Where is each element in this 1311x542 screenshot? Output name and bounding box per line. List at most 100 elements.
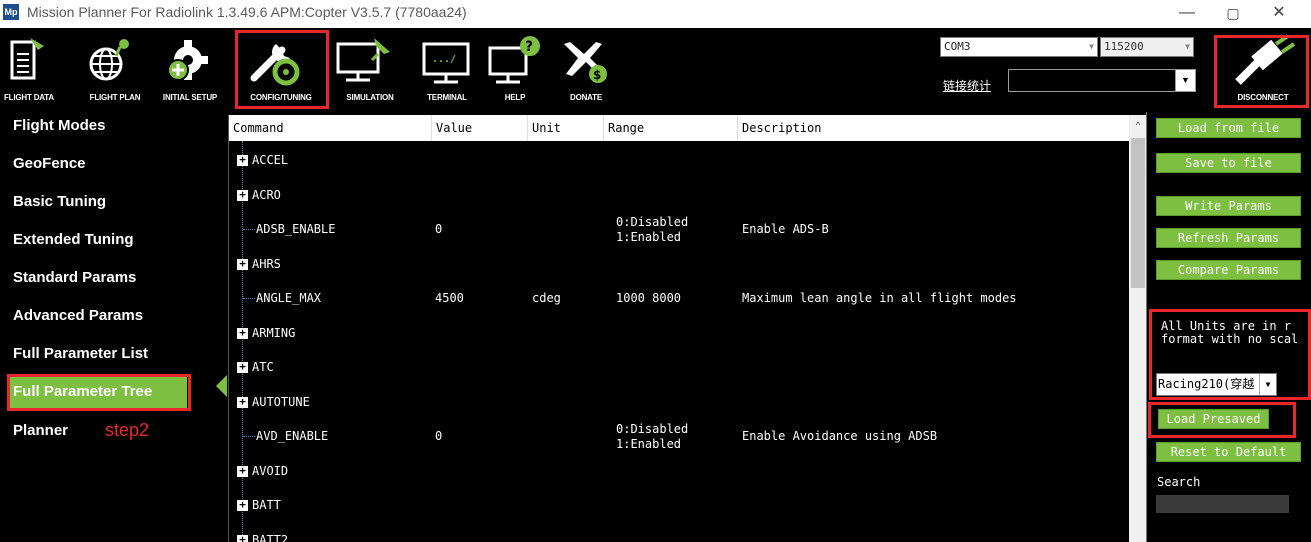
param-range: 0:Disabled 1:Enabled	[616, 215, 689, 244]
minimize-button[interactable]: —	[1164, 0, 1210, 28]
param-range: 1000 8000	[616, 291, 682, 305]
tree-group-row[interactable]: + ACCEL	[229, 143, 1129, 177]
nav-help[interactable]: ? HELP	[482, 28, 548, 106]
help-monitor-icon: ?	[488, 36, 540, 84]
param-description: Enable Avoidance using ADSB	[742, 429, 938, 443]
window-title: Mission Planner For Radiolink 1.3.49.6 A…	[27, 4, 467, 20]
table-row[interactable]: ADSB_ENABLE 0 0:Disabled 1:Enabled Enable A…	[229, 212, 1129, 246]
step4-highlight-box	[1148, 402, 1296, 438]
group-name: AVOID	[252, 463, 289, 478]
group-name: ACRO	[252, 187, 281, 202]
param-command: AVD_ENABLE	[256, 429, 329, 443]
step2-highlight-box	[7, 374, 191, 411]
close-button[interactable]: ✕	[1256, 0, 1302, 28]
nav-label: FLIGHT PLAN	[89, 93, 141, 102]
nav-label: FLIGHT DATA	[4, 93, 54, 102]
nav-label: SIMULATION	[346, 93, 394, 102]
expand-icon[interactable]: +	[237, 189, 248, 201]
refresh-params-button[interactable]: Refresh Params	[1156, 228, 1301, 248]
expand-icon[interactable]: +	[237, 534, 248, 542]
table-row[interactable]: AVD_ENABLE 0 0:Disabled 1:Enabled Enable Av…	[229, 419, 1129, 453]
maximize-button[interactable]: ▢	[1210, 0, 1256, 28]
compare-params-button[interactable]: Compare Params	[1156, 260, 1301, 280]
tree-group-row[interactable]: + AHRS	[229, 247, 1129, 281]
search-input[interactable]	[1156, 495, 1289, 513]
menu-item-flight-modes[interactable]: Flight Modes	[13, 117, 106, 134]
menu-item-geofence[interactable]: GeoFence	[13, 155, 86, 172]
nav-label: DONATE	[570, 93, 602, 102]
menu-item-full-parameter-list[interactable]: Full Parameter List	[13, 345, 148, 362]
tree-group-row[interactable]: + AVOID	[229, 454, 1129, 488]
main-toolbar: FLIGHT DATA FLIGHT PLAN INITIAL SETUP CO…	[0, 28, 1311, 112]
group-name: ARMING	[252, 325, 296, 340]
reset-to-default-button[interactable]: Reset to Default	[1156, 442, 1301, 462]
col-range[interactable]: Range	[604, 115, 738, 141]
expand-icon[interactable]: +	[237, 396, 248, 408]
menu-item-standard-params[interactable]: Standard Params	[13, 269, 136, 286]
nav-flight-data[interactable]: FLIGHT DATA	[2, 28, 78, 106]
tree-group-row[interactable]: + ARMING	[229, 316, 1129, 350]
tree-branch-line	[243, 298, 255, 299]
nav-label: TERMINAL	[427, 93, 467, 102]
step1-highlight-box	[235, 30, 329, 109]
col-value[interactable]: Value	[432, 115, 528, 141]
menu-item-basic-tuning[interactable]: Basic Tuning	[13, 193, 106, 210]
expand-icon[interactable]: +	[237, 154, 248, 166]
col-description[interactable]: Description	[738, 115, 1129, 141]
baud-rate-select[interactable]: 115200 ▼	[1100, 37, 1194, 57]
nav-flight-plan[interactable]: FLIGHT PLAN	[82, 28, 148, 106]
col-command[interactable]: Command	[229, 115, 432, 141]
nav-initial-setup[interactable]: INITIAL SETUP	[150, 28, 230, 106]
expand-icon[interactable]: +	[237, 327, 248, 339]
baud-rate-value: 115200	[1104, 40, 1144, 53]
chevron-down-icon: ▼	[1089, 42, 1094, 51]
expand-icon[interactable]: +	[237, 361, 248, 373]
expand-icon[interactable]: +	[237, 465, 248, 477]
tree-header: Command Value Unit Range Description	[229, 115, 1129, 141]
com-port-value: COM3	[944, 40, 971, 53]
nav-donate[interactable]: $ DONATE	[558, 28, 614, 106]
tree-scrollbar[interactable]: ^	[1129, 115, 1146, 542]
menu-item-extended-tuning[interactable]: Extended Tuning	[13, 231, 134, 248]
globe-icon	[89, 39, 129, 81]
param-command: ADSB_ENABLE	[256, 222, 336, 236]
param-value[interactable]: 4500	[435, 281, 464, 315]
scroll-up-icon[interactable]: ^	[1129, 115, 1146, 135]
chevron-down-icon: ▼	[1185, 42, 1190, 51]
link-stats-link[interactable]: 链接统计	[943, 77, 991, 94]
save-to-file-button[interactable]: Save to file	[1156, 153, 1301, 173]
tree-group-row[interactable]: + BATT	[229, 488, 1129, 522]
disconnect-highlight-box	[1214, 35, 1309, 108]
load-from-file-button[interactable]: Load from file	[1156, 118, 1301, 138]
tree-group-row[interactable]: + BATT2	[229, 523, 1129, 542]
nav-terminal[interactable]: .../ TERMINAL	[414, 28, 480, 106]
tree-group-row[interactable]: + AUTOTUNE	[229, 385, 1129, 419]
param-description: Enable ADS-B	[742, 222, 829, 236]
monitor-plane-icon	[336, 38, 390, 82]
param-unit: cdeg	[532, 291, 561, 305]
write-params-button[interactable]: Write Params	[1156, 196, 1301, 216]
group-name: ATC	[252, 360, 274, 374]
nav-label: HELP	[504, 93, 526, 102]
nav-label: INITIAL SETUP	[162, 93, 218, 102]
expand-icon[interactable]: +	[237, 258, 248, 270]
param-range: 0:Disabled 1:Enabled	[616, 422, 689, 451]
link-stats-select[interactable]: ▼	[1008, 69, 1196, 92]
col-unit[interactable]: Unit	[528, 115, 604, 141]
table-row[interactable]: ANGLE_MAX 4500 cdeg 1000 8000 Maximum lean a…	[229, 281, 1129, 315]
nav-simulation[interactable]: SIMULATION	[332, 28, 408, 106]
title-bar: Mp Mission Planner For Radiolink 1.3.49.…	[0, 0, 1311, 28]
group-name: BATT2	[252, 532, 289, 542]
menu-item-planner[interactable]: Planner	[13, 422, 68, 439]
expand-icon[interactable]: +	[237, 499, 248, 511]
config-menu: Flight Modes GeoFence Basic Tuning Exten…	[0, 112, 227, 542]
param-value[interactable]: 0	[435, 212, 442, 246]
tree-branch-line	[243, 229, 255, 230]
menu-item-advanced-params[interactable]: Advanced Params	[13, 307, 143, 324]
tree-branch-line	[243, 436, 255, 437]
tree-group-row[interactable]: + ACRO	[229, 178, 1129, 212]
tree-group-row[interactable]: + ATC	[229, 350, 1129, 384]
com-port-select[interactable]: COM3 ▼	[940, 37, 1098, 57]
scroll-thumb[interactable]	[1131, 138, 1145, 288]
param-value[interactable]: 0	[435, 419, 442, 453]
